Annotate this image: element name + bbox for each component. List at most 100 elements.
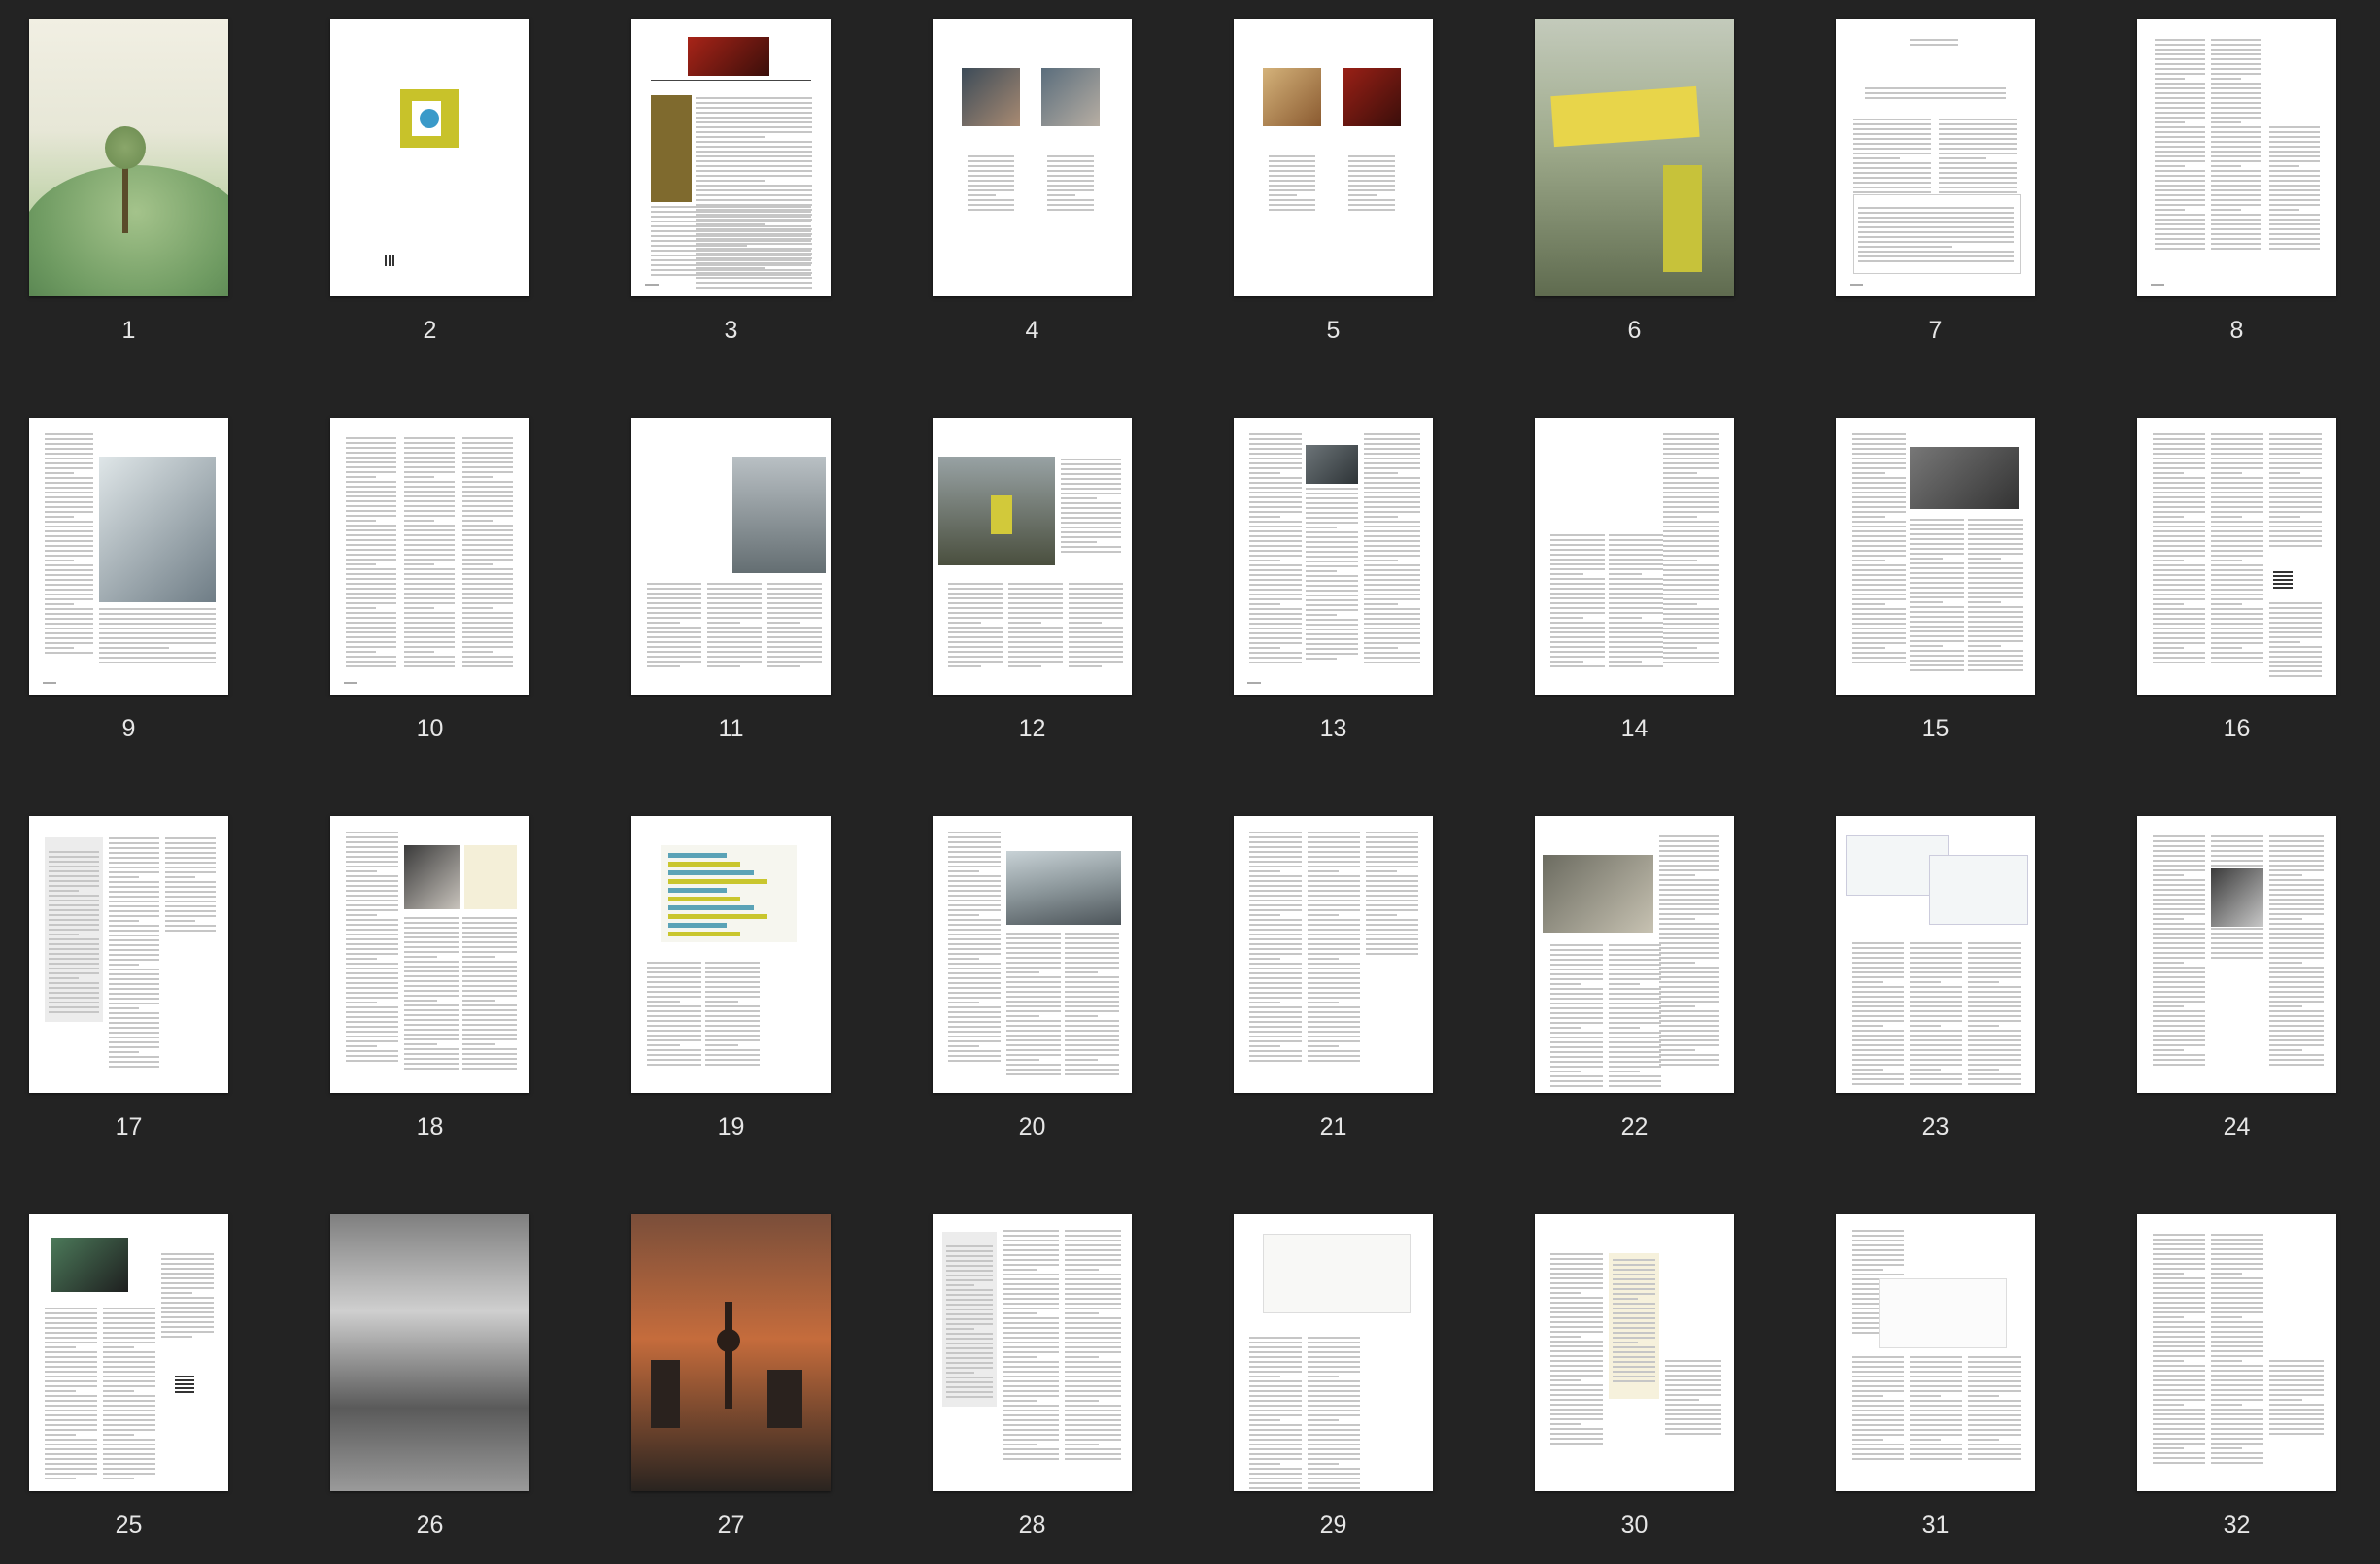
page-thumbnail[interactable]: 23 <box>1836 816 2035 1166</box>
page-thumbnail[interactable]: 26 <box>330 1214 529 1564</box>
page-preview[interactable] <box>330 19 529 296</box>
page-preview[interactable] <box>2137 1214 2336 1491</box>
page-footer <box>43 682 56 684</box>
page-thumbnail[interactable]: 10 <box>330 418 529 767</box>
page-thumbnail[interactable]: 12 <box>933 418 1132 767</box>
text-column <box>1858 207 2014 265</box>
page-number-label: 22 <box>1620 1113 1649 1140</box>
page-thumbnail[interactable]: 27 <box>631 1214 831 1564</box>
page-thumbnail[interactable]: 4 <box>933 19 1132 369</box>
page-number-label: 14 <box>1620 715 1649 742</box>
page-thumbnail[interactable]: 9 <box>29 418 228 767</box>
page-preview[interactable] <box>2137 816 2336 1093</box>
page-thumbnail[interactable]: 19 <box>631 816 831 1166</box>
page-thumbnail[interactable]: 20 <box>933 816 1132 1166</box>
page-preview[interactable] <box>1836 1214 2035 1491</box>
page-preview[interactable] <box>330 1214 529 1491</box>
page-thumbnail[interactable]: 24 <box>2137 816 2336 1166</box>
text-column <box>1308 832 1360 1065</box>
page-preview[interactable] <box>1836 19 2035 296</box>
page-number-label: 25 <box>115 1512 143 1539</box>
page-preview[interactable] <box>933 816 1132 1093</box>
page-preview[interactable] <box>2137 19 2336 296</box>
page-thumbnail[interactable]: 18 <box>330 816 529 1166</box>
page-preview[interactable] <box>631 19 831 296</box>
text-column <box>1249 832 1302 1065</box>
text-column <box>1613 1259 1655 1385</box>
page-number-label: 9 <box>121 715 136 742</box>
page-preview[interactable] <box>933 418 1132 695</box>
chart-bar <box>668 932 740 936</box>
page-thumbnail[interactable]: 3 <box>631 19 831 369</box>
text-column <box>1968 519 2023 674</box>
page-preview[interactable] <box>933 1214 1132 1491</box>
text-column <box>2153 1234 2205 1467</box>
page-thumbnail[interactable]: 31 <box>1836 1214 2035 1564</box>
high-speed-train-photo <box>1006 851 1121 925</box>
quick-take-box <box>45 837 103 1022</box>
page-preview[interactable] <box>1234 816 1433 1093</box>
bar-chart-figure <box>1929 855 2028 925</box>
tv-tower <box>725 1302 732 1409</box>
page-thumbnail[interactable]: 32 <box>2137 1214 2336 1564</box>
text-column <box>1306 488 1358 663</box>
text-column <box>2153 835 2205 1069</box>
page-thumbnail[interactable]: 5 <box>1234 19 1433 369</box>
page-thumbnail[interactable]: 11 <box>631 418 831 767</box>
page-preview[interactable] <box>631 418 831 695</box>
text-column <box>462 437 513 670</box>
page-thumbnail[interactable]: 7 <box>1836 19 2035 369</box>
page-preview[interactable] <box>1234 418 1433 695</box>
page-number-label: 31 <box>1921 1512 1950 1539</box>
contents-list <box>1047 155 1094 214</box>
page-preview[interactable] <box>1535 1214 1734 1491</box>
page-preview[interactable] <box>29 816 228 1093</box>
page-preview[interactable] <box>631 816 831 1093</box>
page-preview[interactable] <box>29 1214 228 1491</box>
page-thumbnail[interactable]: 29 <box>1234 1214 1433 1564</box>
text-column <box>99 608 216 666</box>
page-thumbnail[interactable]: 30 <box>1535 1214 1734 1564</box>
page-preview[interactable] <box>29 19 228 296</box>
text-column <box>1852 942 1904 1088</box>
page-thumbnail[interactable]: 17 <box>29 816 228 1166</box>
page-number-label: 20 <box>1018 1113 1046 1140</box>
page-thumbnail[interactable]: 16 <box>2137 418 2336 767</box>
page-thumbnail-grid: 1 2 3 4 5 6 7 8 9 10 11 12 13 14 15 16 17 18 19 20 21 22 23 24 2… <box>0 0 2380 1548</box>
text-column <box>651 206 811 279</box>
skyscraper <box>651 1360 680 1428</box>
page-preview[interactable] <box>631 1214 831 1491</box>
page-thumbnail[interactable]: 14 <box>1535 418 1734 767</box>
text-column <box>2269 433 2322 550</box>
page-number-label: 16 <box>2223 715 2251 742</box>
page-thumbnail[interactable]: 25 <box>29 1214 228 1564</box>
page-preview[interactable] <box>1535 418 1734 695</box>
page-preview[interactable] <box>2137 418 2336 695</box>
page-preview[interactable] <box>933 19 1132 296</box>
page-thumbnail[interactable]: 6 <box>1535 19 1734 369</box>
page-preview[interactable] <box>1234 19 1433 296</box>
page-preview[interactable] <box>330 418 529 695</box>
text-column <box>346 437 396 670</box>
page-preview[interactable] <box>1836 816 2035 1093</box>
chart-bar <box>668 879 767 884</box>
page-preview[interactable] <box>29 418 228 695</box>
text-column <box>1609 944 1661 1090</box>
page-preview[interactable] <box>330 816 529 1093</box>
page-thumbnail[interactable]: 1 <box>29 19 228 369</box>
text-column <box>109 837 159 1071</box>
page-preview[interactable] <box>1535 19 1734 296</box>
page-preview[interactable] <box>1535 816 1734 1093</box>
page-thumbnail[interactable]: 28 <box>933 1214 1132 1564</box>
text-column <box>705 962 760 1069</box>
page-thumbnail[interactable]: 8 <box>2137 19 2336 369</box>
page-thumbnail[interactable]: 2 <box>330 19 529 369</box>
page-number-label: 13 <box>1319 715 1347 742</box>
text-column <box>1910 942 1962 1088</box>
page-preview[interactable] <box>1234 1214 1433 1491</box>
page-thumbnail[interactable]: 22 <box>1535 816 1734 1166</box>
page-thumbnail[interactable]: 21 <box>1234 816 1433 1166</box>
page-thumbnail[interactable]: 13 <box>1234 418 1433 767</box>
page-thumbnail[interactable]: 15 <box>1836 418 2035 767</box>
page-preview[interactable] <box>1836 418 2035 695</box>
